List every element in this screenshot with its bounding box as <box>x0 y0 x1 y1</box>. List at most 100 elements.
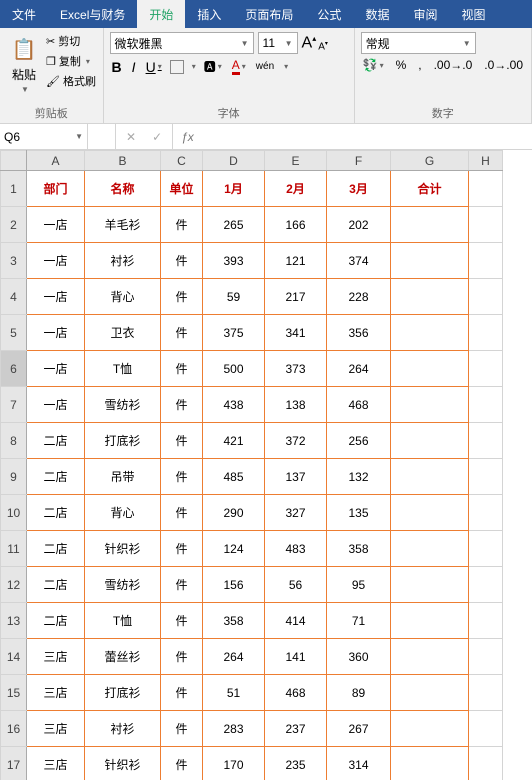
cell[interactable] <box>391 423 469 459</box>
cell[interactable] <box>391 675 469 711</box>
cell[interactable]: 针织衫 <box>85 531 161 567</box>
row-header-13[interactable]: 13 <box>1 603 27 639</box>
cell[interactable] <box>391 387 469 423</box>
cell[interactable]: 59 <box>203 279 265 315</box>
cell[interactable]: 二店 <box>27 531 85 567</box>
row-header-12[interactable]: 12 <box>1 567 27 603</box>
cell[interactable] <box>391 459 469 495</box>
column-header-F[interactable]: F <box>327 151 391 171</box>
cell[interactable]: 羊毛衫 <box>85 207 161 243</box>
cell[interactable] <box>469 243 503 279</box>
cell[interactable]: 468 <box>327 387 391 423</box>
cell[interactable]: 314 <box>327 747 391 780</box>
column-header-C[interactable]: C <box>161 151 203 171</box>
cell[interactable]: 414 <box>265 603 327 639</box>
menu-tab-4[interactable]: 页面布局 <box>233 0 305 28</box>
header-cell[interactable]: 合计 <box>391 171 469 207</box>
row-header-16[interactable]: 16 <box>1 711 27 747</box>
menu-tab-8[interactable]: 视图 <box>449 0 497 28</box>
format-painter-button[interactable]: 🖌 格式刷 <box>46 72 96 90</box>
underline-button[interactable]: U▾ <box>144 59 164 75</box>
border-button[interactable] <box>170 60 184 74</box>
cell[interactable] <box>391 531 469 567</box>
cell[interactable] <box>469 387 503 423</box>
cell[interactable]: 468 <box>265 675 327 711</box>
cell[interactable]: 483 <box>265 531 327 567</box>
enter-icon[interactable]: ✓ <box>152 130 162 144</box>
cell[interactable]: 二店 <box>27 423 85 459</box>
header-cell[interactable]: 单位 <box>161 171 203 207</box>
cell[interactable]: 235 <box>265 747 327 780</box>
column-header-B[interactable]: B <box>85 151 161 171</box>
cell[interactable]: 372 <box>265 423 327 459</box>
row-header-7[interactable]: 7 <box>1 387 27 423</box>
column-header-D[interactable]: D <box>203 151 265 171</box>
cell[interactable]: 373 <box>265 351 327 387</box>
cell[interactable] <box>391 243 469 279</box>
name-box[interactable]: Q6 ▼ <box>0 124 88 149</box>
fill-color-button[interactable]: 🅰▾ <box>202 58 224 75</box>
cell[interactable]: 166 <box>265 207 327 243</box>
cell[interactable] <box>469 675 503 711</box>
cell[interactable]: 264 <box>203 639 265 675</box>
column-header-A[interactable]: A <box>27 151 85 171</box>
cell[interactable]: 170 <box>203 747 265 780</box>
select-all-corner[interactable] <box>1 151 27 171</box>
header-cell[interactable]: 3月 <box>327 171 391 207</box>
cell[interactable]: 件 <box>161 243 203 279</box>
header-cell[interactable]: 名称 <box>85 171 161 207</box>
header-cell[interactable]: 部门 <box>27 171 85 207</box>
cell[interactable]: 358 <box>327 531 391 567</box>
row-header-17[interactable]: 17 <box>1 747 27 780</box>
cut-button[interactable]: ✂ 剪切 <box>46 32 96 50</box>
cell[interactable]: 件 <box>161 279 203 315</box>
cell[interactable]: 89 <box>327 675 391 711</box>
cell[interactable] <box>469 711 503 747</box>
row-header-8[interactable]: 8 <box>1 423 27 459</box>
cell[interactable]: 202 <box>327 207 391 243</box>
cell[interactable]: 雪纺衫 <box>85 387 161 423</box>
cell[interactable]: 375 <box>203 315 265 351</box>
cell[interactable]: 290 <box>203 495 265 531</box>
cell[interactable]: 件 <box>161 531 203 567</box>
chevron-down-icon[interactable]: ▾ <box>192 62 196 71</box>
cell[interactable] <box>391 639 469 675</box>
cell[interactable]: 一店 <box>27 387 85 423</box>
cell[interactable] <box>469 171 503 207</box>
comma-button[interactable]: , <box>416 58 423 72</box>
cell[interactable]: 二店 <box>27 567 85 603</box>
cancel-icon[interactable]: ✕ <box>126 130 136 144</box>
cell[interactable]: 件 <box>161 423 203 459</box>
formula-input[interactable] <box>202 124 532 149</box>
decrease-decimal-button[interactable]: .0→.00 <box>482 58 525 72</box>
cell[interactable]: 二店 <box>27 603 85 639</box>
cell[interactable]: 141 <box>265 639 327 675</box>
cell[interactable]: 358 <box>203 603 265 639</box>
font-size-select[interactable]: 11 ▼ <box>258 32 298 54</box>
cell[interactable]: 件 <box>161 459 203 495</box>
cell[interactable]: 56 <box>265 567 327 603</box>
cell[interactable] <box>391 279 469 315</box>
row-header-4[interactable]: 4 <box>1 279 27 315</box>
menu-tab-6[interactable]: 数据 <box>353 0 401 28</box>
row-header-6[interactable]: 6 <box>1 351 27 387</box>
cell[interactable]: T恤 <box>85 351 161 387</box>
row-header-10[interactable]: 10 <box>1 495 27 531</box>
fx-icon[interactable]: ƒx <box>173 124 202 149</box>
cell[interactable]: 360 <box>327 639 391 675</box>
cell[interactable]: 卫衣 <box>85 315 161 351</box>
cell[interactable]: 71 <box>327 603 391 639</box>
menu-tab-1[interactable]: Excel与财务 <box>48 0 137 28</box>
cell[interactable]: 421 <box>203 423 265 459</box>
menu-tab-5[interactable]: 公式 <box>305 0 353 28</box>
cell[interactable]: 283 <box>203 711 265 747</box>
cell[interactable] <box>391 351 469 387</box>
cell[interactable] <box>391 567 469 603</box>
bold-button[interactable]: B <box>110 59 124 75</box>
currency-button[interactable]: 💱▾ <box>361 58 386 72</box>
cell[interactable]: 374 <box>327 243 391 279</box>
cell[interactable] <box>391 207 469 243</box>
row-header-14[interactable]: 14 <box>1 639 27 675</box>
cell[interactable] <box>391 495 469 531</box>
cell[interactable]: 针织衫 <box>85 747 161 780</box>
